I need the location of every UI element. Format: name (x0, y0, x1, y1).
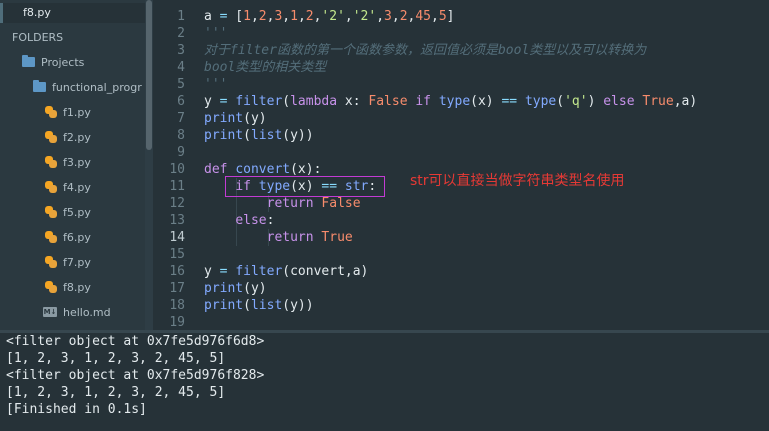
build-output-panel: <filter object at 0x7fe5d976f6d8> [1, 2,… (0, 333, 769, 431)
tree-item-file[interactable]: f5.py (45, 202, 91, 222)
tree-item-file[interactable]: M↓ hello.md (43, 302, 111, 322)
tree-item-functional-folder[interactable]: functional_progr (33, 77, 142, 97)
line-number: 5 (177, 77, 185, 92)
code-line: print(y) (204, 111, 267, 126)
python-file-icon (45, 156, 57, 168)
line-number: 19 (169, 315, 185, 330)
code-editor[interactable]: a = [1,2,3,1,2,'2','2',3,2,45,5] ''' 对于f… (198, 0, 769, 330)
sidebar: f8.py FOLDERS Projects functional_progr … (0, 0, 145, 330)
python-file-icon (45, 256, 57, 268)
line-number: 1 (177, 9, 185, 24)
tree-item-file[interactable]: f2.py (45, 127, 91, 147)
line-number: 17 (169, 281, 185, 296)
output-line: [1, 2, 3, 1, 2, 3, 2, 45, 5] (6, 385, 226, 400)
tree-item-label: Projects (41, 55, 85, 69)
python-file-icon (45, 281, 57, 293)
annotation-text: str可以直接当做字符串类型名使用 (410, 173, 625, 189)
folder-icon (33, 80, 46, 92)
python-file-icon (45, 106, 57, 118)
line-number: 16 (169, 264, 185, 279)
tree-item-file[interactable]: f4.py (45, 177, 91, 197)
line-number-gutter: 1 2 3 4 5 6 7 8 9 10 11 12 13 14 15 16 1… (153, 0, 198, 330)
line-number: 2 (177, 26, 185, 41)
sidebar-scrollbar-thumb[interactable] (146, 0, 152, 150)
tree-item-label: f6.py (63, 230, 91, 244)
code-line: ''' (204, 77, 228, 92)
tree-item-file[interactable]: f8.py (45, 277, 91, 297)
tree-item-label: f8.py (63, 280, 91, 294)
line-number: 3 (177, 43, 185, 58)
open-file-label: f8.py (23, 6, 51, 19)
line-number: 11 (169, 179, 185, 194)
output-line: [Finished in 0.1s] (6, 402, 147, 417)
line-number: 6 (177, 94, 185, 109)
markdown-file-icon: M↓ (43, 307, 57, 317)
output-line: [1, 2, 3, 1, 2, 3, 2, 45, 5] (6, 351, 226, 366)
tree-item-label: f7.py (63, 255, 91, 269)
python-file-icon (45, 181, 57, 193)
tree-item-label: f4.py (63, 180, 91, 194)
tree-item-file[interactable]: f3.py (45, 152, 91, 172)
highlight-box (225, 176, 385, 197)
sidebar-scrollbar[interactable] (145, 0, 153, 330)
tree-item-label: hello.md (63, 305, 111, 319)
code-line: y = filter(lambda x: False if type(x) ==… (204, 94, 698, 109)
tree-item-projects[interactable]: Projects (22, 52, 84, 72)
tree-item-file[interactable]: f1.py (45, 102, 91, 122)
python-file-icon (45, 231, 57, 243)
code-line: else: (235, 213, 275, 228)
tree-item-label: f3.py (63, 155, 91, 169)
code-line: bool类型的相关类型 (204, 60, 327, 75)
line-number: 9 (177, 145, 185, 160)
line-number: 15 (169, 247, 185, 262)
code-line: print(list(y)) (204, 298, 314, 313)
code-line: y = filter(convert,a) (204, 264, 369, 279)
code-line: ''' (204, 26, 228, 41)
folders-header: FOLDERS (12, 31, 64, 44)
code-line-active: return True (266, 230, 353, 245)
tree-item-label: functional_progr (52, 80, 142, 94)
line-number: 10 (169, 162, 185, 177)
tree-item-file[interactable]: f6.py (45, 227, 91, 247)
code-line: print(y) (204, 281, 267, 296)
code-line: a = [1,2,3,1,2,'2','2',3,2,45,5] (204, 9, 455, 24)
line-number: 4 (177, 60, 185, 75)
code-line: 对于filter函数的第一个函数参数，返回值必须是bool类型以及可以转换为 (204, 43, 647, 58)
line-number: 7 (177, 111, 185, 126)
line-number: 18 (169, 298, 185, 313)
tree-item-file[interactable]: f7.py (45, 252, 91, 272)
output-line: <filter object at 0x7fe5d976f828> (6, 368, 265, 383)
code-line: return False (266, 196, 361, 211)
tree-item-label: f2.py (63, 130, 91, 144)
tree-item-label: f1.py (63, 105, 91, 119)
folder-icon (22, 55, 35, 67)
line-number: 13 (169, 213, 185, 228)
python-file-icon (45, 206, 57, 218)
open-file-tab[interactable]: f8.py (0, 3, 145, 23)
output-line: <filter object at 0x7fe5d976f6d8> (6, 334, 265, 349)
python-file-icon (45, 131, 57, 143)
line-number-active: 14 (169, 230, 185, 245)
code-line: print(list(y)) (204, 128, 314, 143)
tree-item-label: f5.py (63, 205, 91, 219)
line-number: 8 (177, 128, 185, 143)
line-number: 12 (169, 196, 185, 211)
